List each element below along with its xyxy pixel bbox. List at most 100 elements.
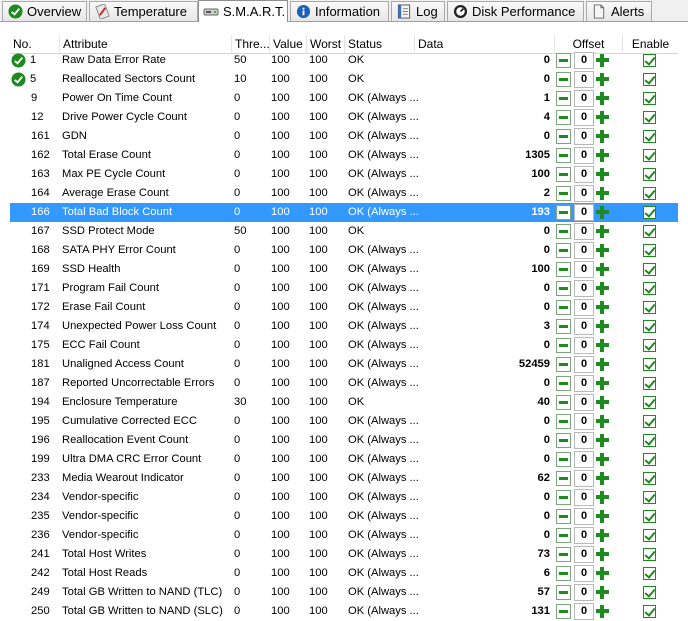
offset-minus-button[interactable] <box>556 452 571 467</box>
offset-value[interactable]: 0 <box>574 109 594 126</box>
offset-value[interactable]: 0 <box>574 451 594 468</box>
offset-value[interactable]: 0 <box>574 147 594 164</box>
offset-plus-button[interactable] <box>595 243 610 258</box>
offset-minus-button[interactable] <box>556 566 571 581</box>
enable-checkbox[interactable] <box>643 358 656 371</box>
enable-checkbox[interactable] <box>643 434 656 447</box>
offset-plus-button[interactable] <box>595 509 610 524</box>
offset-value[interactable]: 0 <box>574 185 594 202</box>
offset-minus-button[interactable] <box>556 53 571 68</box>
offset-minus-button[interactable] <box>556 604 571 619</box>
table-row[interactable]: 9 Power On Time Count 0 100 100 OK (Alwa… <box>10 89 678 108</box>
offset-plus-button[interactable] <box>595 148 610 163</box>
offset-plus-button[interactable] <box>595 604 610 619</box>
enable-checkbox[interactable] <box>643 244 656 257</box>
enable-checkbox[interactable] <box>643 282 656 295</box>
table-row[interactable]: 236 Vendor-specific 0 100 100 OK (Always… <box>10 526 678 545</box>
offset-value[interactable]: 0 <box>574 394 594 411</box>
table-row[interactable]: 12 Drive Power Cycle Count 0 100 100 OK … <box>10 108 678 127</box>
offset-value[interactable]: 0 <box>574 432 594 449</box>
offset-plus-button[interactable] <box>595 585 610 600</box>
table-row[interactable]: 1 Raw Data Error Rate 50 100 100 OK 0 0 <box>10 51 678 70</box>
offset-minus-button[interactable] <box>556 110 571 125</box>
table-row[interactable]: 199 Ultra DMA CRC Error Count 0 100 100 … <box>10 450 678 469</box>
table-row[interactable]: 181 Unaligned Access Count 0 100 100 OK … <box>10 355 678 374</box>
offset-minus-button[interactable] <box>556 471 571 486</box>
offset-value[interactable]: 0 <box>574 565 594 582</box>
offset-plus-button[interactable] <box>595 376 610 391</box>
offset-value[interactable]: 0 <box>574 52 594 69</box>
enable-checkbox[interactable] <box>643 510 656 523</box>
table-row[interactable]: 164 Average Erase Count 0 100 100 OK (Al… <box>10 184 678 203</box>
table-row[interactable]: 194 Enclosure Temperature 30 100 100 OK … <box>10 393 678 412</box>
offset-plus-button[interactable] <box>595 300 610 315</box>
offset-value[interactable]: 0 <box>574 90 594 107</box>
enable-checkbox[interactable] <box>643 320 656 333</box>
offset-minus-button[interactable] <box>556 224 571 239</box>
table-row[interactable]: 175 ECC Fail Count 0 100 100 OK (Always … <box>10 336 678 355</box>
offset-plus-button[interactable] <box>595 414 610 429</box>
offset-minus-button[interactable] <box>556 585 571 600</box>
tab-overview[interactable]: Overview <box>2 1 87 21</box>
offset-minus-button[interactable] <box>556 129 571 144</box>
enable-checkbox[interactable] <box>643 491 656 504</box>
enable-checkbox[interactable] <box>643 54 656 67</box>
offset-plus-button[interactable] <box>595 452 610 467</box>
table-row[interactable]: 168 SATA PHY Error Count 0 100 100 OK (A… <box>10 241 678 260</box>
table-row[interactable]: 171 Program Fail Count 0 100 100 OK (Alw… <box>10 279 678 298</box>
enable-checkbox[interactable] <box>643 301 656 314</box>
tab-alerts[interactable]: Alerts <box>586 1 652 21</box>
enable-checkbox[interactable] <box>643 168 656 181</box>
offset-minus-button[interactable] <box>556 300 571 315</box>
enable-checkbox[interactable] <box>643 149 656 162</box>
offset-value[interactable]: 0 <box>574 223 594 240</box>
offset-plus-button[interactable] <box>595 433 610 448</box>
offset-plus-button[interactable] <box>595 110 610 125</box>
offset-minus-button[interactable] <box>556 414 571 429</box>
table-row[interactable]: 250 Total GB Written to NAND (SLC) 0 100… <box>10 602 678 621</box>
table-row[interactable]: 172 Erase Fail Count 0 100 100 OK (Alway… <box>10 298 678 317</box>
table-row[interactable]: 187 Reported Uncorrectable Errors 0 100 … <box>10 374 678 393</box>
table-row[interactable]: 195 Cumulative Corrected ECC 0 100 100 O… <box>10 412 678 431</box>
offset-value[interactable]: 0 <box>574 375 594 392</box>
tab-log[interactable]: Log <box>391 1 445 21</box>
offset-minus-button[interactable] <box>556 528 571 543</box>
offset-plus-button[interactable] <box>595 53 610 68</box>
table-row[interactable]: 174 Unexpected Power Loss Count 0 100 10… <box>10 317 678 336</box>
offset-value[interactable]: 0 <box>574 584 594 601</box>
offset-minus-button[interactable] <box>556 376 571 391</box>
enable-checkbox[interactable] <box>643 225 656 238</box>
offset-plus-button[interactable] <box>595 319 610 334</box>
offset-value[interactable]: 0 <box>574 280 594 297</box>
offset-value[interactable]: 0 <box>574 527 594 544</box>
offset-plus-button[interactable] <box>595 224 610 239</box>
offset-value[interactable]: 0 <box>574 299 594 316</box>
offset-minus-button[interactable] <box>556 281 571 296</box>
offset-minus-button[interactable] <box>556 186 571 201</box>
offset-value[interactable]: 0 <box>574 356 594 373</box>
offset-value[interactable]: 0 <box>574 242 594 259</box>
enable-checkbox[interactable] <box>643 377 656 390</box>
tab-information[interactable]: Information <box>290 1 389 21</box>
offset-minus-button[interactable] <box>556 338 571 353</box>
enable-checkbox[interactable] <box>643 339 656 352</box>
offset-value[interactable]: 0 <box>574 470 594 487</box>
offset-plus-button[interactable] <box>595 205 610 220</box>
offset-plus-button[interactable] <box>595 357 610 372</box>
offset-value[interactable]: 0 <box>574 508 594 525</box>
offset-minus-button[interactable] <box>556 167 571 182</box>
offset-plus-button[interactable] <box>595 262 610 277</box>
table-row[interactable]: 196 Reallocation Event Count 0 100 100 O… <box>10 431 678 450</box>
enable-checkbox[interactable] <box>643 206 656 219</box>
offset-plus-button[interactable] <box>595 395 610 410</box>
enable-checkbox[interactable] <box>643 263 656 276</box>
offset-minus-button[interactable] <box>556 433 571 448</box>
offset-plus-button[interactable] <box>595 91 610 106</box>
enable-checkbox[interactable] <box>643 111 656 124</box>
enable-checkbox[interactable] <box>643 130 656 143</box>
offset-value[interactable]: 0 <box>574 413 594 430</box>
offset-minus-button[interactable] <box>556 547 571 562</box>
offset-minus-button[interactable] <box>556 490 571 505</box>
enable-checkbox[interactable] <box>643 472 656 485</box>
table-row[interactable]: 167 SSD Protect Mode 50 100 100 OK 0 0 <box>10 222 678 241</box>
